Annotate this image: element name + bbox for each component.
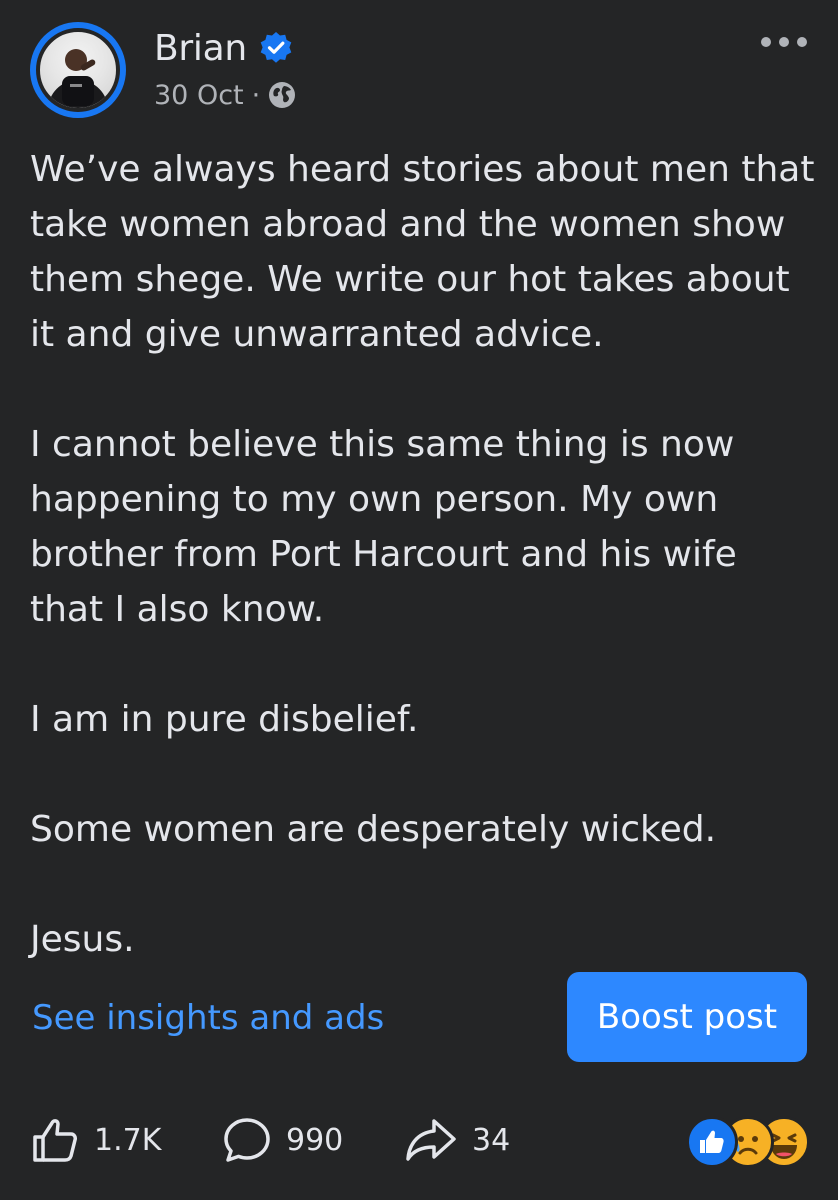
verified-badge-icon: [259, 31, 293, 65]
comment-button[interactable]: 990: [222, 1112, 343, 1168]
like-reaction-icon: [686, 1116, 738, 1168]
avatar[interactable]: [30, 22, 126, 118]
post-paragraph: Jesus.: [30, 919, 135, 960]
like-count: 1.7K: [94, 1122, 162, 1158]
boost-post-button[interactable]: Boost post: [567, 972, 807, 1062]
like-button[interactable]: 1.7K: [30, 1112, 161, 1168]
action-bar: 1.7K 990 34: [30, 1112, 820, 1168]
globe-icon[interactable]: [268, 81, 296, 109]
post-text: We’ve always heard stories about men tha…: [30, 142, 820, 1022]
post-paragraph: I cannot believe this same thing is now …: [30, 424, 737, 630]
author-row: Brian: [154, 24, 293, 72]
share-button[interactable]: 34: [404, 1112, 510, 1168]
meta-separator: ·: [251, 79, 261, 111]
see-insights-link[interactable]: See insights and ads: [32, 996, 384, 1040]
post-paragraph: Some women are desperately wicked.: [30, 809, 717, 850]
post-meta: 30 Oct ·: [154, 78, 296, 112]
avatar-photo: [36, 28, 120, 112]
comment-icon: [222, 1115, 272, 1165]
reactions-summary[interactable]: [686, 1116, 810, 1168]
comment-count: 990: [286, 1122, 344, 1158]
share-count: 34: [472, 1122, 511, 1158]
post-paragraph: I am in pure disbelief.: [30, 699, 419, 740]
like-icon: [30, 1115, 80, 1165]
share-icon: [404, 1115, 458, 1165]
post-paragraph: We’ve always heard stories about men tha…: [30, 149, 815, 355]
post-date[interactable]: 30 Oct: [154, 80, 244, 111]
author-name[interactable]: Brian: [154, 28, 247, 69]
post-header: Brian 30 Oct ·: [30, 22, 810, 122]
more-options-icon[interactable]: [758, 30, 810, 54]
